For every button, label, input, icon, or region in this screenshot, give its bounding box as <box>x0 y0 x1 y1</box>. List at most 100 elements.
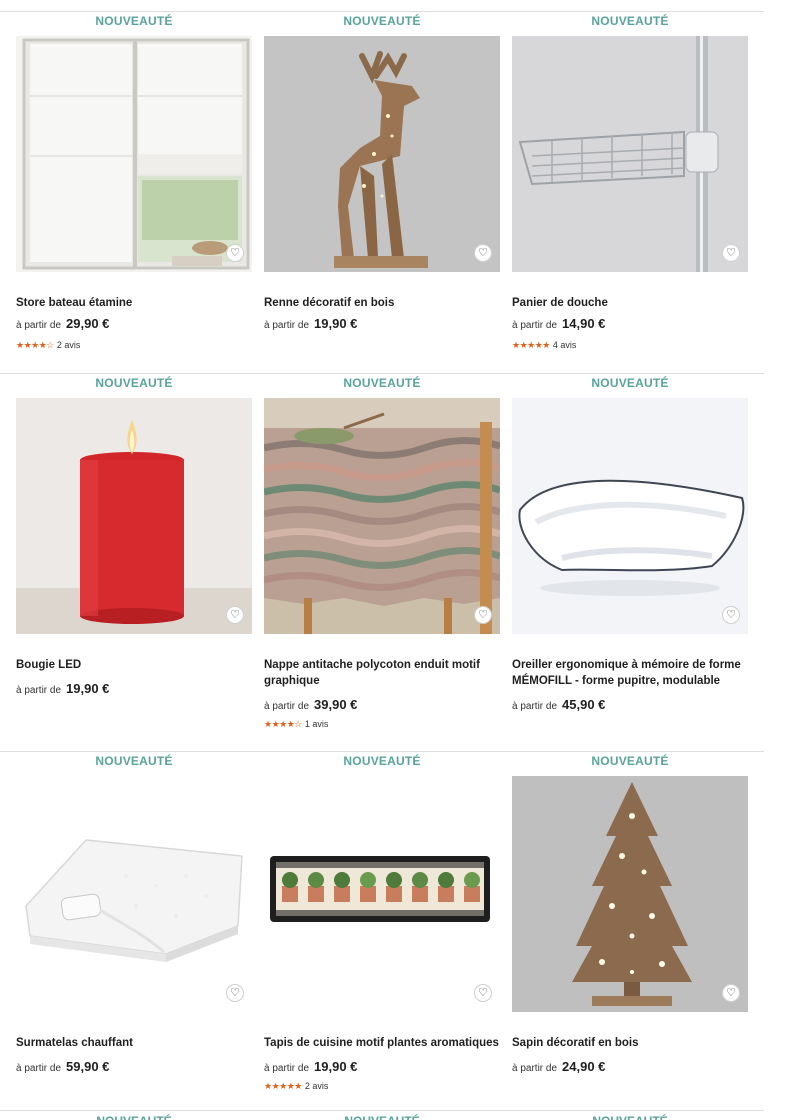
price-amount: 39,90 € <box>314 697 358 712</box>
new-badge: NOUVEAUTÉ <box>95 14 173 28</box>
product-image[interactable]: ♡ <box>512 398 748 634</box>
roman-blind-window-image <box>16 36 252 272</box>
product-rating[interactable]: ★★★★☆ 1 avis <box>264 719 328 730</box>
product-card[interactable]: NOUVEAUTÉ ♡ Bougie LED à partir de 19,90 … <box>16 374 252 734</box>
product-title[interactable]: Renne décoratif en bois <box>264 295 504 311</box>
favorite-heart-icon[interactable]: ♡ <box>474 984 492 1002</box>
price-amount: 19,90 € <box>314 316 358 331</box>
review-count: 2 avis <box>56 340 81 350</box>
price-prefix: à partir de <box>264 320 310 331</box>
new-badge: NOUVEAUTÉ <box>95 376 173 390</box>
product-rating[interactable]: ★★★★★ 4 avis <box>512 340 576 351</box>
product-title[interactable]: Store bateau étamine <box>16 295 256 311</box>
price-amount: 19,90 € <box>314 1059 358 1074</box>
price-amount: 29,90 € <box>66 316 110 331</box>
price-prefix: à partir de <box>512 701 558 712</box>
product-price: à partir de 19,90 € <box>16 681 109 696</box>
star-rating-icon: ★★★★★ <box>512 340 550 350</box>
favorite-heart-icon[interactable]: ♡ <box>722 984 740 1002</box>
product-image[interactable]: ♡ <box>16 776 252 1012</box>
price-prefix: à partir de <box>512 1063 558 1074</box>
red-led-candle-image <box>16 398 252 634</box>
new-badge: NOUVEAUTÉ <box>591 754 669 768</box>
product-price: à partir de 19,90 € <box>264 316 357 331</box>
price-prefix: à partir de <box>16 685 62 696</box>
product-image[interactable]: ♡ <box>16 36 252 272</box>
product-rating[interactable]: ★★★★☆ 2 avis <box>16 340 80 351</box>
product-title[interactable]: Panier de douche <box>512 295 752 311</box>
product-price: à partir de 19,90 € <box>264 1059 357 1074</box>
product-price: à partir de 24,90 € <box>512 1059 605 1074</box>
new-badge: NOUVEAUTÉ <box>95 754 173 768</box>
next-row-badges: NOUVEAUTÉ NOUVEAUTÉ NOUVEAUTÉ <box>0 1112 764 1120</box>
star-rating-icon: ★★★★★ <box>264 1081 302 1091</box>
price-prefix: à partir de <box>512 320 558 331</box>
price-prefix: à partir de <box>264 701 310 712</box>
product-image[interactable]: ♡ <box>264 398 500 634</box>
product-card[interactable]: NOUVEAUTÉ ♡ Sapin décoratif en bois à pa… <box>512 752 748 1112</box>
favorite-heart-icon[interactable]: ♡ <box>722 244 740 262</box>
product-card[interactable]: NOUVEAUTÉ ♡ Renne décoratif en bois à pa… <box>264 12 500 372</box>
new-badge: NOUVEAUTÉ <box>343 14 421 28</box>
new-badge: NOUVEAUTÉ <box>591 376 669 390</box>
product-price: à partir de 14,90 € <box>512 316 605 331</box>
patterned-tablecloth-image <box>264 398 500 634</box>
product-title[interactable]: Bougie LED <box>16 657 256 673</box>
product-card[interactable]: NOUVEAUTÉ ♡ Oreiller ergonomique à mémoi… <box>512 374 748 734</box>
herb-kitchen-rug-image <box>264 776 500 1012</box>
heated-mattress-topper-image <box>16 776 252 1012</box>
product-image[interactable]: ♡ <box>512 776 748 1012</box>
favorite-heart-icon[interactable]: ♡ <box>226 606 244 624</box>
product-title[interactable]: Surmatelas chauffant <box>16 1035 256 1051</box>
new-badge: NOUVEAUTÉ <box>512 1114 748 1120</box>
new-badge: NOUVEAUTÉ <box>264 1114 500 1120</box>
product-image[interactable]: ♡ <box>264 776 500 1012</box>
product-title[interactable]: Sapin décoratif en bois <box>512 1035 752 1051</box>
price-prefix: à partir de <box>16 1063 62 1074</box>
review-count: 1 avis <box>304 719 329 729</box>
price-amount: 24,90 € <box>562 1059 606 1074</box>
favorite-heart-icon[interactable]: ♡ <box>722 606 740 624</box>
product-image[interactable]: ♡ <box>16 398 252 634</box>
price-prefix: à partir de <box>16 320 62 331</box>
product-price: à partir de 45,90 € <box>512 697 605 712</box>
product-title[interactable]: Nappe antitache polycoton enduit motif g… <box>264 657 504 689</box>
product-card[interactable]: NOUVEAUTÉ ♡ Panier de douche à partir de… <box>512 12 748 372</box>
product-image[interactable]: ♡ <box>264 36 500 272</box>
wooden-reindeer-image <box>264 36 500 272</box>
price-prefix: à partir de <box>264 1063 310 1074</box>
price-amount: 19,90 € <box>66 681 110 696</box>
new-badge: NOUVEAUTÉ <box>591 14 669 28</box>
favorite-heart-icon[interactable]: ♡ <box>474 606 492 624</box>
new-badge: NOUVEAUTÉ <box>16 1114 252 1120</box>
product-price: à partir de 39,90 € <box>264 697 357 712</box>
product-card[interactable]: NOUVEAUTÉ ♡ Nappe antitache polycoton en… <box>264 374 500 734</box>
product-row: NOUVEAUTÉ ♡ Bougie LED à partir de 19,90 … <box>0 373 764 743</box>
product-row: NOUVEAUTÉ ♡ Surmatelas chauffant à parti… <box>0 751 764 1120</box>
favorite-heart-icon[interactable]: ♡ <box>474 244 492 262</box>
favorite-heart-icon[interactable]: ♡ <box>226 244 244 262</box>
star-rating-icon: ★★★★☆ <box>16 340 54 350</box>
review-count: 4 avis <box>552 340 577 350</box>
row-divider <box>0 1110 764 1111</box>
price-amount: 14,90 € <box>562 316 606 331</box>
review-count: 2 avis <box>304 1081 329 1091</box>
product-card[interactable]: NOUVEAUTÉ ♡ Tapis de cuisine motif plant… <box>264 752 500 1112</box>
wooden-tree-image <box>512 776 748 1012</box>
favorite-heart-icon[interactable]: ♡ <box>226 984 244 1002</box>
new-badge: NOUVEAUTÉ <box>343 376 421 390</box>
product-title[interactable]: Oreiller ergonomique à mémoire de forme … <box>512 657 752 689</box>
new-badge: NOUVEAUTÉ <box>343 754 421 768</box>
product-price: à partir de 29,90 € <box>16 316 109 331</box>
product-title[interactable]: Tapis de cuisine motif plantes aromatiqu… <box>264 1035 504 1051</box>
product-card[interactable]: NOUVEAUTÉ ♡ Store bateau étamine à parti… <box>16 12 252 372</box>
price-amount: 59,90 € <box>66 1059 110 1074</box>
white-pillow-image <box>512 398 748 634</box>
price-amount: 45,90 € <box>562 697 606 712</box>
product-image[interactable]: ♡ <box>512 36 748 272</box>
product-card[interactable]: NOUVEAUTÉ ♡ Surmatelas chauffant à parti… <box>16 752 252 1112</box>
shower-basket-image <box>512 36 748 272</box>
product-row: NOUVEAUTÉ ♡ Store bateau étamine à parti… <box>0 0 764 370</box>
product-rating[interactable]: ★★★★★ 2 avis <box>264 1081 328 1092</box>
star-rating-icon: ★★★★☆ <box>264 719 302 729</box>
